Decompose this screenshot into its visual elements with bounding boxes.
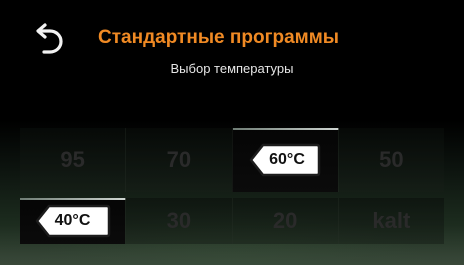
temperature-option-kalt[interactable]: kalt [337,198,444,244]
back-arrow-icon [36,23,63,54]
temperature-option-95[interactable]: 95 [20,128,126,192]
temperature-option-40-selected[interactable]: 40°C [20,198,127,244]
page-subtitle: Выбор температуры [170,61,294,76]
temperature-label: 30 [166,208,192,233]
temperature-option-70[interactable]: 70 [125,128,232,192]
selected-temperature-label: 60°C [269,151,305,168]
temperature-row-2: 40°C 30 20 kalt [20,198,444,244]
page-title: Стандартные программы [98,27,340,48]
temperature-option-50[interactable]: 50 [337,128,444,192]
temperature-label: 20 [272,208,298,233]
selected-temperature-label: 40°C [54,212,91,229]
temperature-option-20[interactable]: 20 [231,198,338,244]
temperature-option-30[interactable]: 30 [125,198,232,244]
background-glow [0,245,464,265]
selected-temperature-tag: 60°C [249,143,321,177]
temperature-label: kalt [372,208,411,233]
temperature-label: 70 [166,147,192,172]
back-button[interactable] [30,22,70,56]
screen: Стандартные программы Выбор температуры … [0,0,464,265]
temperature-label: 50 [379,147,404,172]
temperature-row-1: 95 70 60°C 50 [20,128,444,192]
temperature-option-60-selected[interactable]: 60°C [231,128,339,192]
temperature-label: 95 [60,147,85,172]
selected-temperature-tag: 40°C [35,204,111,238]
